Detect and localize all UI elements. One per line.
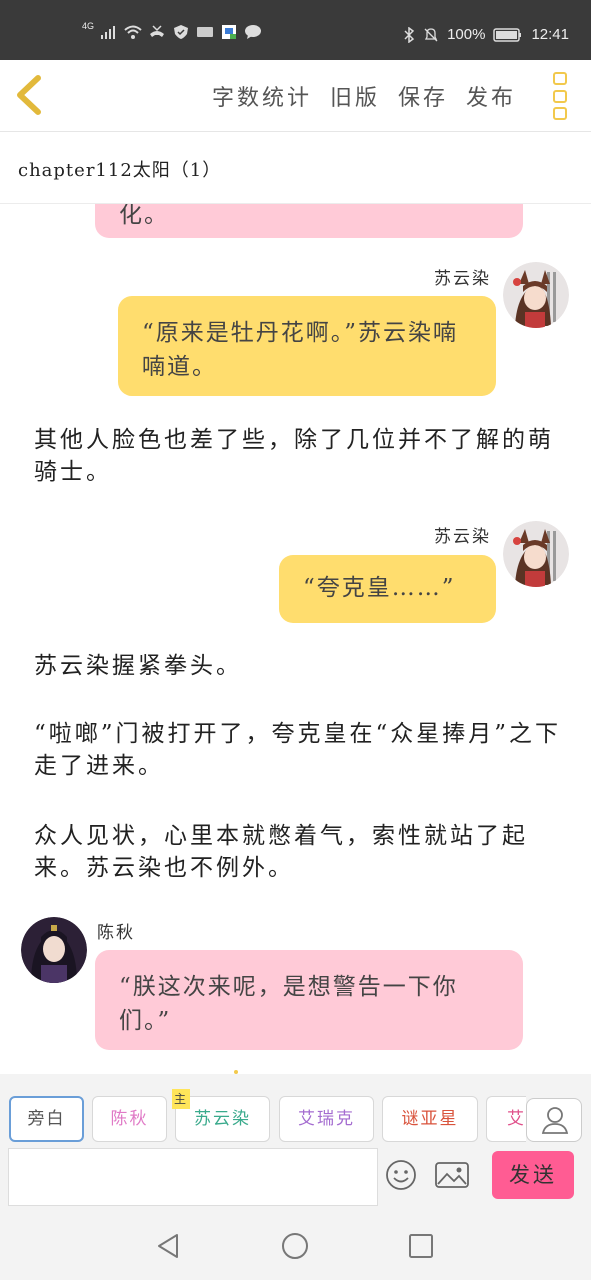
narration-text[interactable]: 众人见状，心里本就憋着气，索性就站了起来。苏云染也不例外。: [34, 820, 564, 884]
bluetooth-icon: [403, 26, 415, 43]
narration-text[interactable]: 其他人脸色也差了些，除了几位并不了解的萌骑士。: [34, 424, 564, 488]
character-chip-eric[interactable]: 艾瑞克: [279, 1096, 374, 1142]
message-bubble[interactable]: “朕这次来呢，是想警告一下你们。”: [95, 950, 523, 1050]
message-bubble[interactable]: 化。: [95, 204, 523, 238]
emoji-icon: [386, 1160, 416, 1190]
message-text: “朕这次来呢，是想警告一下你们。”: [119, 974, 458, 1034]
back-button[interactable]: [12, 72, 52, 118]
message-text: 化。: [119, 204, 169, 228]
emoji-button[interactable]: [384, 1158, 418, 1192]
avatar-su-yunran[interactable]: [503, 521, 569, 587]
image-button[interactable]: [434, 1160, 470, 1190]
message-bubble[interactable]: “原来是牡丹花啊。”苏云染喃喃道。: [118, 296, 496, 396]
image-icon: [435, 1162, 469, 1188]
add-character-button[interactable]: [526, 1098, 582, 1142]
chip-label: 陈秋: [110, 1109, 149, 1129]
chip-label: 艾: [507, 1109, 526, 1129]
battery-icon: [493, 27, 523, 43]
system-nav-bar: [0, 1208, 591, 1280]
triangle-back-icon: [158, 1234, 178, 1258]
more-vertical-icon: [553, 72, 567, 85]
narration-text[interactable]: 苏云染握紧拳头。: [34, 650, 564, 682]
network-type: 4G: [82, 21, 95, 31]
narration-text[interactable]: “啦啷”门被打开了，夸克皇在“众星捧月”之下走了进来。: [34, 718, 564, 782]
status-left-icons: 4G: [82, 21, 262, 40]
battery-percent: 100%: [447, 26, 486, 43]
shield-check-icon: [172, 24, 190, 40]
avatar-su-yunran[interactable]: [503, 262, 569, 328]
toolbar-actions: 字数统计 旧版 保存 发布: [212, 80, 516, 112]
person-icon: [541, 1107, 569, 1134]
status-right-icons: 100% 12:41: [403, 26, 569, 43]
message-input[interactable]: [8, 1148, 378, 1206]
speaker-name: 苏云染: [434, 269, 491, 289]
app-notification-icon: [196, 24, 214, 40]
mute-bell-icon: [423, 27, 439, 43]
character-chip-mi-yaxing[interactable]: 谜亚星: [382, 1096, 478, 1142]
character-chip-narrator[interactable]: 旁白: [9, 1096, 84, 1142]
message-bubble[interactable]: “夸克皇……”: [279, 555, 496, 623]
nav-back-button[interactable]: [155, 1232, 183, 1260]
square-recents-icon: [409, 1234, 433, 1258]
clock-time: 12:41: [531, 26, 569, 43]
old-version-button[interactable]: 旧版: [330, 80, 380, 112]
status-bar: 4G 100% 12:41: [0, 0, 591, 60]
nav-recents-button[interactable]: [407, 1232, 435, 1260]
nav-home-button[interactable]: [281, 1232, 309, 1260]
chip-label: 苏云染: [194, 1109, 251, 1129]
main-character-tag: 主: [172, 1089, 190, 1109]
character-selector: 旁白 陈秋 主 苏云染 艾瑞克 谜亚星 艾: [0, 1074, 591, 1146]
send-button[interactable]: 发送: [492, 1151, 574, 1199]
word-count-button[interactable]: 字数统计: [212, 80, 312, 112]
speaker-name: 陈秋: [97, 923, 135, 943]
publish-button[interactable]: 发布: [466, 80, 516, 112]
message-text: “夸克皇……”: [303, 575, 456, 601]
chat-notification-icon: [244, 24, 262, 40]
missed-call-icon: [148, 24, 166, 40]
wifi-icon: [124, 24, 142, 40]
character-chip-chen-qiu[interactable]: 陈秋: [92, 1096, 167, 1142]
chapter-title: chapter112太阳（1）: [18, 160, 222, 181]
editor-toolbar: 字数统计 旧版 保存 发布: [0, 60, 591, 132]
chevron-left-icon: [17, 75, 41, 115]
character-chip-ai[interactable]: 艾: [486, 1096, 526, 1142]
character-chip-su-yunran[interactable]: 主 苏云染: [172, 1089, 270, 1142]
circle-home-icon: [282, 1233, 308, 1259]
chip-label: 谜亚星: [401, 1109, 459, 1129]
compose-bar: 发送: [0, 1146, 591, 1208]
message-text: “原来是牡丹花啊。”苏云染喃喃道。: [142, 320, 459, 380]
signal-icon: [100, 24, 118, 40]
chip-label: 旁白: [27, 1109, 66, 1129]
avatar-chen-qiu[interactable]: [21, 917, 87, 983]
chat-content[interactable]: 化。 苏云染 “原来是牡丹花啊。”苏云染喃喃道。 其他人脸色也差了些，除了几位并…: [0, 204, 591, 1074]
app-notification-icon-2: [220, 24, 238, 40]
more-menu-button[interactable]: [553, 72, 569, 120]
chip-label: 艾瑞克: [298, 1109, 355, 1129]
chapter-header[interactable]: chapter112太阳（1）: [0, 132, 591, 204]
save-button[interactable]: 保存: [398, 80, 448, 112]
speaker-name: 苏云染: [434, 527, 491, 547]
